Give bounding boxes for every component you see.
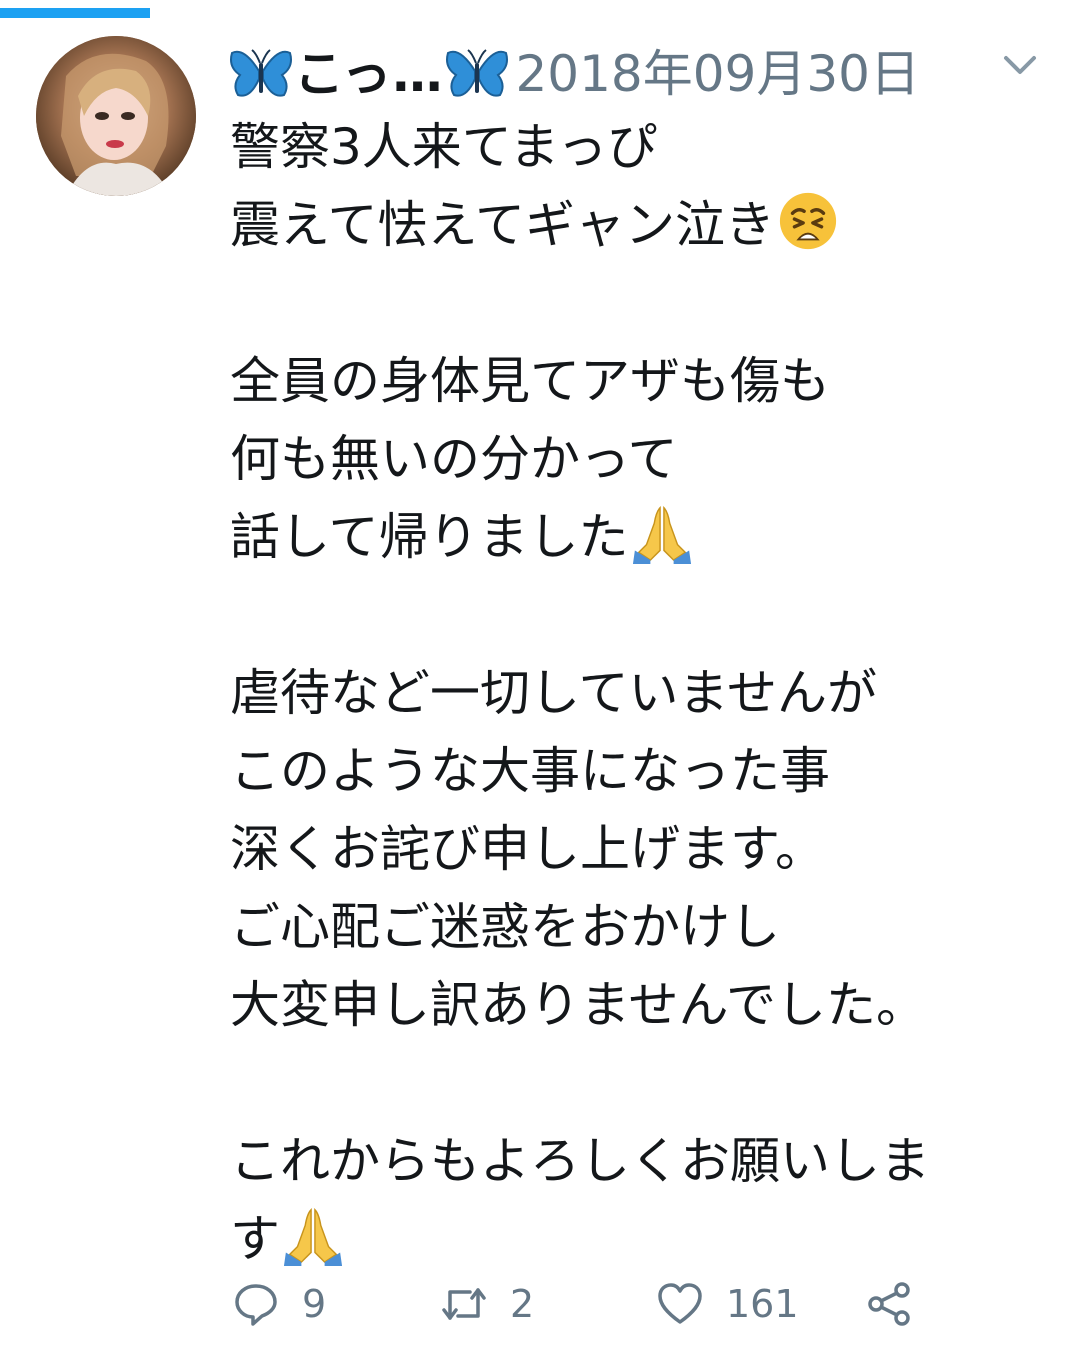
reply-icon[interactable] [232,1280,280,1328]
retweet-button[interactable]: 2 [440,1272,534,1336]
retweet-icon[interactable] [440,1280,488,1328]
share-icon[interactable] [866,1280,914,1328]
user-name[interactable]: こっ… [294,49,444,99]
tweet-line: 震えて怯えてギャン泣き [230,186,1050,264]
chevron-down-icon[interactable] [1000,50,1040,80]
tweet-line: 何も無いの分かって [230,430,678,488]
tweet-line: 警察3人来てまっぴ [230,118,658,176]
butterfly-icon [444,45,510,103]
tweet-line: これからもよろしくお願いしま [230,1132,930,1190]
folded-hands-emoji [631,502,693,564]
tweet-line: 大変申し訳ありませんでした。 [230,976,926,1034]
tweet-line: ご心配ご迷惑をおかけし [230,898,780,956]
retweet-count: 2 [510,1282,535,1326]
butterfly-icon [228,45,294,103]
like-count: 161 [726,1282,799,1326]
tweet-line: 全員の身体見てアザも傷も [230,352,830,410]
reply-button[interactable]: 9 [232,1272,326,1336]
avatar[interactable] [36,36,196,196]
weary-face-emoji [777,190,839,252]
tweet-actions: 9 2 161 [232,1272,1052,1336]
heart-icon[interactable] [656,1280,704,1328]
tweet-line: 話して帰りました [230,498,1050,576]
tab-indicator [0,8,150,18]
reply-count: 9 [302,1282,327,1326]
tweet-line: 深くお詫び申し上げます。 [230,820,825,878]
tweet-line: す [230,1200,1050,1278]
like-button[interactable]: 161 [656,1272,799,1336]
folded-hands-emoji [282,1204,344,1266]
tweet-line: このような大事になった事 [230,742,830,800]
tweet-text: 警察3人来てまっぴ 震えて怯えてギャン泣き 全員の身体見てアザも傷も 何も無いの… [230,108,1050,1278]
share-button[interactable] [866,1272,914,1336]
tweet-header: こっ… 2018年09月30日 [228,34,1058,114]
tweet-timestamp[interactable]: 2018年09月30日 [516,49,921,99]
tweet-line: 虐待など一切していませんが [230,664,877,722]
